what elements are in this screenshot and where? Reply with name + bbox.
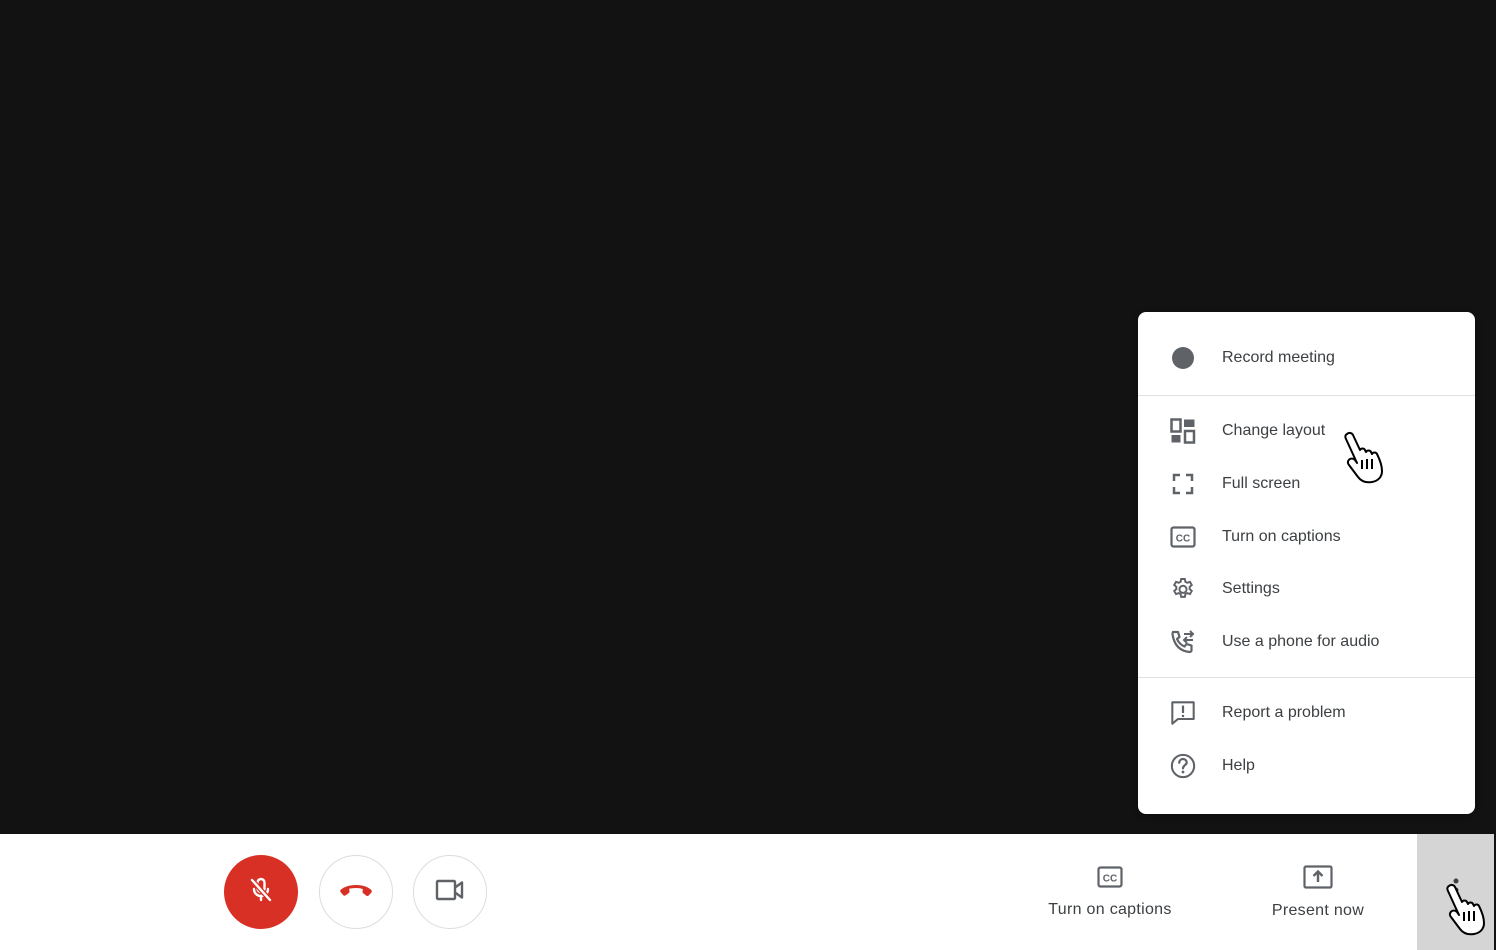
menu-item-label: Change layout [1222, 422, 1326, 439]
menu-item-label: Help [1222, 757, 1255, 774]
svg-text:CC: CC [1176, 534, 1190, 545]
present-button-label: Present now [1271, 901, 1365, 919]
menu-divider [1138, 677, 1475, 678]
more-options-icon [1453, 878, 1459, 907]
menu-item-label: Settings [1222, 580, 1280, 597]
captions-icon: CC [1170, 524, 1196, 550]
call-toolbar: CC Turn on captions Present now [0, 834, 1494, 950]
menu-item-use-phone-audio[interactable]: Use a phone for audio [1138, 616, 1475, 668]
present-icon [1303, 864, 1333, 894]
menu-item-label: Full screen [1222, 475, 1301, 492]
menu-divider [1138, 395, 1475, 396]
turn-on-captions-button[interactable]: CC Turn on captions [1030, 834, 1190, 950]
menu-item-label: Use a phone for audio [1222, 633, 1380, 650]
fullscreen-icon [1170, 471, 1196, 497]
camera-toggle-button[interactable] [413, 855, 487, 929]
phone-audio-icon [1170, 629, 1196, 655]
menu-item-help[interactable]: Help [1138, 740, 1475, 792]
menu-item-label: Report a problem [1222, 704, 1346, 721]
menu-item-label: Record meeting [1222, 349, 1335, 366]
camera-icon [435, 879, 465, 906]
report-problem-icon [1170, 700, 1196, 726]
menu-item-report-problem[interactable]: Report a problem [1138, 687, 1475, 739]
present-now-button[interactable]: Present now [1245, 834, 1391, 950]
record-dot-icon [1170, 345, 1196, 371]
captions-icon: CC [1097, 865, 1123, 893]
help-icon [1170, 753, 1196, 779]
menu-item-full-screen[interactable]: Full screen [1138, 458, 1475, 510]
more-options-menu: Record meeting Change layout Full screen… [1138, 312, 1475, 814]
mic-toggle-button[interactable] [224, 855, 298, 929]
mic-off-icon [247, 876, 275, 909]
menu-item-turn-on-captions[interactable]: CC Turn on captions [1138, 511, 1475, 563]
svg-text:CC: CC [1103, 873, 1117, 884]
menu-item-settings[interactable]: Settings [1138, 563, 1475, 615]
hangup-icon [339, 882, 373, 903]
captions-button-label: Turn on captions [1048, 900, 1172, 918]
hangup-button[interactable] [319, 855, 393, 929]
menu-item-change-layout[interactable]: Change layout [1138, 405, 1475, 457]
gear-icon [1170, 576, 1196, 602]
more-options-button[interactable] [1417, 834, 1494, 950]
layout-icon [1170, 418, 1196, 444]
menu-item-record-meeting[interactable]: Record meeting [1138, 332, 1475, 384]
menu-item-label: Turn on captions [1222, 528, 1341, 545]
